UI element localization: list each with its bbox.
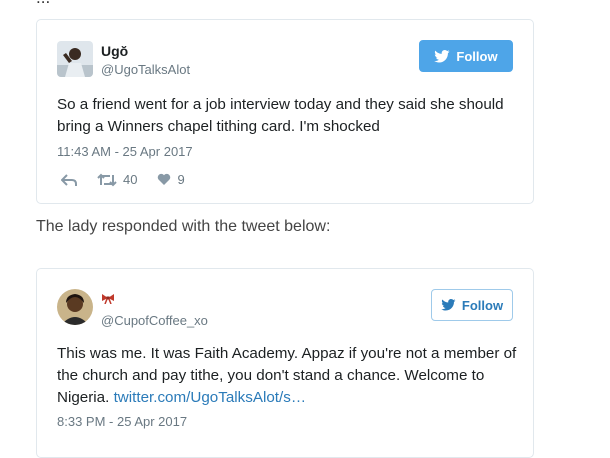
follow-label: Follow — [456, 48, 498, 64]
bow-emoji-icon — [102, 294, 114, 305]
reply-action[interactable] — [61, 173, 77, 187]
user-handle[interactable]: @UgoTalksAlot — [101, 62, 190, 77]
display-name[interactable]: Ugŏ — [101, 43, 128, 59]
tweet-text: So a friend went for a job interview tod… — [57, 96, 504, 135]
twitter-bird-icon — [441, 299, 456, 311]
follow-button[interactable]: Follow — [431, 289, 513, 321]
tweet-link[interactable]: twitter.com/UgoTalksAlot/s… — [114, 389, 306, 406]
avatar[interactable] — [57, 41, 93, 77]
like-action[interactable]: 9 — [157, 172, 185, 187]
tweet-actions: 40 9 — [61, 172, 205, 187]
follow-label: Follow — [461, 297, 504, 313]
reply-icon — [61, 173, 77, 186]
retweet-count: 40 — [123, 172, 138, 187]
embedded-tweet-cupofcoffee: @CupofCoffee_xo Follow This was me. It w… — [36, 268, 534, 458]
embedded-tweet-ugo: Ugŏ @UgoTalksAlot Follow So a friend wen… — [36, 19, 534, 204]
user-handle[interactable]: @CupofCoffee_xo — [101, 313, 208, 328]
display-name-emoji[interactable] — [101, 291, 115, 309]
follow-button[interactable]: Follow — [419, 40, 513, 72]
narration-text: The lady responded with the tweet below: — [36, 218, 331, 235]
tweet-timestamp[interactable]: 8:33 PM - 25 Apr 2017 — [57, 414, 187, 429]
heart-icon — [158, 173, 171, 185]
like-count: 9 — [177, 172, 185, 187]
tweet-text-container: This was me. It was Faith Academy. Appaz… — [57, 343, 517, 409]
retweet-action[interactable]: 40 — [97, 172, 137, 187]
twitter-bird-icon — [434, 49, 450, 62]
avatar[interactable] — [57, 289, 93, 325]
retweet-icon — [97, 173, 117, 186]
tweet-timestamp[interactable]: 11:43 AM - 25 Apr 2017 — [57, 144, 193, 159]
previous-text-fragment: ... — [36, 0, 50, 8]
